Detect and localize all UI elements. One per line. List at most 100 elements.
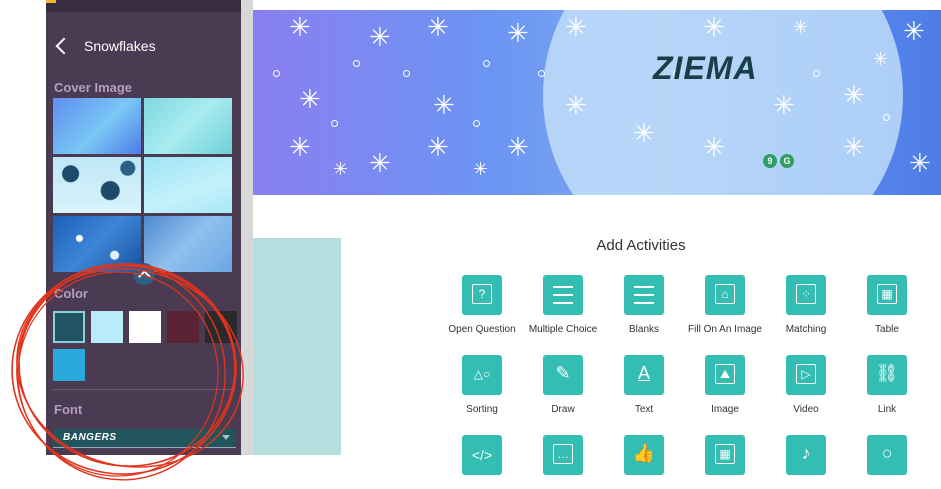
sorting-glyph: △○: [473, 367, 491, 381]
snowflake-icon: ✳: [507, 18, 529, 48]
matching-icon: ⁘: [786, 275, 826, 315]
activity-link[interactable]: ⛓ Link: [846, 355, 928, 415]
activity-poll[interactable]: 👍: [603, 435, 685, 475]
activity-label: Table: [875, 324, 899, 335]
activity-label: Link: [877, 404, 897, 415]
snow-dot: [813, 70, 820, 77]
activity-matching[interactable]: ⁘ Matching: [765, 275, 847, 335]
activity-video[interactable]: ▷ Video: [765, 355, 847, 415]
snowflake-icon: ✳: [843, 132, 865, 162]
snow-dot: [331, 120, 338, 127]
activity-image[interactable]: ⛰ Image: [684, 355, 766, 415]
sidebar-header[interactable]: Snowflakes: [46, 30, 241, 62]
fill-image-icon: ⌂: [705, 275, 745, 315]
snowflake-icon: ✳: [473, 159, 489, 179]
snow-dot: [473, 120, 480, 127]
table-glyph: ▦: [877, 284, 897, 304]
text-glyph: A: [637, 363, 650, 383]
activity-embed[interactable]: </>: [441, 435, 523, 475]
canvas-margin: [253, 238, 341, 455]
activity-sorting[interactable]: △○ Sorting: [441, 355, 523, 415]
color-swatch-dark-teal[interactable]: [53, 311, 85, 343]
snow-dot: [353, 60, 360, 67]
image-icon: ⛰: [705, 355, 745, 395]
snowflake-icon: ✳: [703, 12, 725, 42]
code-icon: </>: [462, 435, 502, 475]
activity-chat[interactable]: …: [522, 435, 604, 475]
snowflake-icon: ✳: [843, 80, 865, 110]
snowflake-icon: ✳: [507, 132, 529, 162]
activity-label: Open Question: [448, 324, 516, 335]
cover-thumb-2[interactable]: [144, 98, 232, 154]
activity-multiple-choice[interactable]: Multiple Choice: [522, 275, 604, 335]
activity-fill-on-an-image[interactable]: ⌂ Fill On An Image: [684, 275, 766, 335]
snowflake-icon: ✳: [433, 90, 455, 120]
activity-label: Video: [793, 404, 819, 415]
add-activities-title: Add Activities: [596, 237, 686, 254]
link-glyph: ⛓: [875, 363, 899, 383]
snowflake-icon: ✳: [633, 118, 655, 148]
activity-label: Draw: [551, 404, 575, 415]
snow-dot: [403, 70, 410, 77]
font-label: Font: [54, 402, 83, 417]
cover-thumb-3[interactable]: [53, 157, 141, 213]
audio-glyph: ♪: [801, 443, 811, 463]
pencil-glyph: ✎: [555, 363, 571, 383]
matching-glyph: ⁘: [796, 284, 816, 304]
activity-audio[interactable]: ♪: [765, 435, 847, 475]
snowflake-icon: ✳: [909, 148, 931, 178]
snowflake-icon: ✳: [427, 12, 449, 42]
activity-open-question[interactable]: ? Open Question: [441, 275, 523, 335]
activity-blanks[interactable]: Blanks: [603, 275, 685, 335]
color-swatch-white[interactable]: [129, 311, 161, 343]
grid-icon: ▦: [705, 435, 745, 475]
snow-dot: [883, 114, 890, 121]
cover-image[interactable]: ✳ ✳ ✳ ✳ ✳ ✳ ✳ ✳ ✳ ✳ ✳ ✳ ✳ ✳ ✳ ✳ ✳ ✳ ✳ ✳ …: [253, 10, 941, 195]
snowflake-icon: ✳: [873, 49, 889, 69]
cover-thumb-4[interactable]: [144, 157, 232, 213]
link-icon: ⛓: [867, 355, 907, 395]
sidebar-resize-handle[interactable]: [241, 0, 253, 455]
activity-draw[interactable]: ✎ Draw: [522, 355, 604, 415]
font-select-value: BANGERS: [63, 432, 117, 443]
activity-text[interactable]: A Text: [603, 355, 685, 415]
chat-icon: …: [543, 435, 583, 475]
activity-grid[interactable]: ▦: [684, 435, 766, 475]
color-swatch-black[interactable]: [205, 311, 237, 343]
snowflake-icon: ✳: [369, 22, 391, 52]
sorting-icon: △○: [462, 355, 502, 395]
cover-thumb-6[interactable]: [144, 216, 232, 272]
snowflake-icon: ✳: [565, 90, 587, 120]
color-swatch-light-blue[interactable]: [91, 311, 123, 343]
question-mark-glyph: ?: [472, 284, 492, 304]
cover-thumb-5[interactable]: [53, 216, 141, 272]
badge-icon[interactable]: 9: [763, 154, 777, 168]
cover-title[interactable]: ZIEMA: [653, 50, 758, 87]
snowflake-icon: ✳: [903, 16, 925, 46]
sidebar: Snowflakes Cover Image Color Font BANGER…: [46, 0, 241, 455]
activity-table[interactable]: ▦ Table: [846, 275, 928, 335]
cover-image-grid: [53, 98, 236, 272]
collapse-button[interactable]: [133, 263, 155, 285]
chevron-up-icon: [137, 269, 151, 283]
list-lines-glyph: [553, 286, 573, 304]
dropdown-caret-icon: [222, 435, 230, 440]
search-glyph: ○: [881, 443, 893, 463]
activity-label: Blanks: [628, 324, 659, 335]
font-select[interactable]: BANGERS: [53, 429, 236, 448]
badge-icon[interactable]: G: [780, 154, 794, 168]
cover-thumb-1[interactable]: [53, 98, 141, 154]
snowflake-icon: ✳: [427, 132, 449, 162]
snowflake-icon: ✳: [289, 12, 311, 42]
back-arrow-icon[interactable]: [55, 37, 73, 55]
activity-label: Image: [711, 404, 739, 415]
color-swatch-burgundy[interactable]: [167, 311, 199, 343]
thumbs-up-glyph: 👍: [632, 443, 656, 463]
activity-search[interactable]: ○: [846, 435, 928, 475]
snowflake-icon: ✳: [333, 159, 349, 179]
snowflake-icon: ✳: [565, 12, 587, 42]
cover-image-label: Cover Image: [54, 80, 133, 95]
snowflake-icon: ✳: [703, 132, 725, 162]
color-swatch-sky-blue[interactable]: [53, 349, 85, 381]
image-glyph: ⛰: [715, 364, 735, 384]
